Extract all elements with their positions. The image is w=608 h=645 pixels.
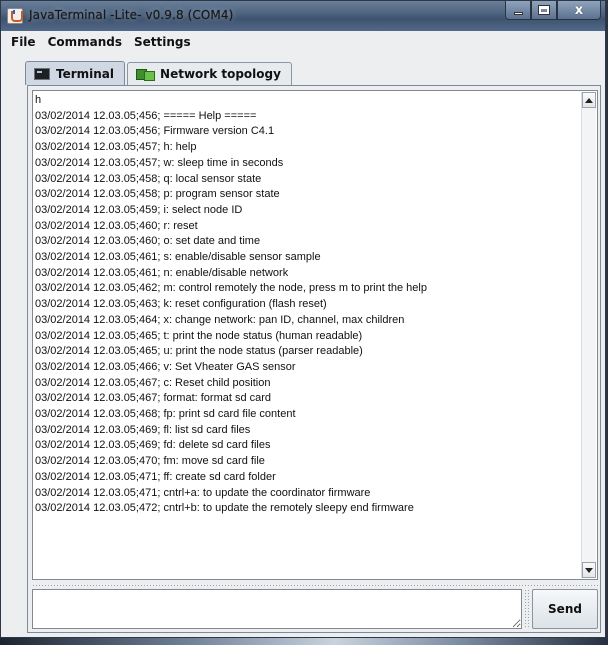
terminal-line: 03/02/2014 12.03.05;461; n: enable/disab… [35,266,289,279]
app-window: JavaTerminal -Lite- v0.9.8 (COM4) x File… [0,0,606,638]
java-app-icon [7,8,23,24]
terminal-line: 03/02/2014 12.03.05;460; r: reset [35,219,198,232]
terminal-line: 03/02/2014 12.03.05;472; cntrl+b: to upd… [35,502,414,515]
terminal-line: 03/02/2014 12.03.05;457; h: help [35,141,197,154]
terminal-line: 03/02/2014 12.03.05;456; ===== Help ====… [35,109,257,122]
command-input-row: Send [32,589,598,629]
terminal-output-text: h 03/02/2014 12.03.05;456; ===== Help ===… [35,93,580,577]
menu-commands[interactable]: Commands [42,35,128,49]
terminal-line: 03/02/2014 12.03.05;470; fm: move sd car… [35,455,265,468]
terminal-line: 03/02/2014 12.03.05;467; c: Reset child … [35,376,271,389]
terminal-line: 03/02/2014 12.03.05;467; format: format … [35,392,272,405]
terminal-line: 03/02/2014 12.03.05;458; p: program sens… [35,188,280,201]
menu-bar: File Commands Settings [1,31,605,53]
terminal-line: 03/02/2014 12.03.05;471; cntrl+a: to upd… [35,486,371,499]
terminal-line: 03/02/2014 12.03.05;457; w: sleep time i… [35,156,284,169]
tab-terminal-label: Terminal [56,66,115,81]
terminal-line: 03/02/2014 12.03.05;462; m: control remo… [35,282,427,295]
maximize-button[interactable] [531,1,557,20]
tab-strip: Terminal Network topology [25,61,294,85]
terminal-icon [34,67,50,80]
arrow-down-icon [585,567,593,573]
terminal-line: 03/02/2014 12.03.05;469; fd: delete sd c… [35,439,271,452]
terminal-line: 03/02/2014 12.03.05;461; s: enable/disab… [35,251,321,264]
terminal-line: 03/02/2014 12.03.05;465; u: print the no… [35,345,363,358]
arrow-up-icon [585,97,593,103]
minimize-icon [513,11,523,15]
split-pane-divider[interactable] [32,584,598,588]
input-split-divider[interactable] [524,589,530,629]
close-button[interactable]: x [557,1,601,20]
title-bar[interactable]: JavaTerminal -Lite- v0.9.8 (COM4) x [1,1,605,31]
vertical-scrollbar[interactable] [581,92,596,578]
terminal-line: 03/02/2014 12.03.05;456; Firmware versio… [35,125,275,138]
network-icon [136,68,156,81]
desktop-background [0,637,608,645]
terminal-line: 03/02/2014 12.03.05;464; x: change netwo… [35,313,405,326]
terminal-line: 03/02/2014 12.03.05;460; o: set date and… [35,235,261,248]
window-title: JavaTerminal -Lite- v0.9.8 (COM4) [29,8,234,22]
terminal-line: 03/02/2014 12.03.05;468; fp: print sd ca… [35,408,296,421]
terminal-line: 03/02/2014 12.03.05;469; fl: list sd car… [35,423,251,436]
tab-network-topology[interactable]: Network topology [127,62,292,85]
terminal-line: 03/02/2014 12.03.05;471; ff: create sd c… [35,470,276,483]
terminal-line: 03/02/2014 12.03.05;466; v: Set Vheater … [35,360,296,373]
send-button[interactable]: Send [532,589,598,629]
terminal-line: 03/02/2014 12.03.05;463; k: reset config… [35,298,327,311]
scroll-down-button[interactable] [582,562,596,578]
tab-terminal[interactable]: Terminal [25,61,126,85]
terminal-line: 03/02/2014 12.03.05;458; q: local sensor… [35,172,262,185]
terminal-line: 03/02/2014 12.03.05;465; t: print the no… [35,329,363,342]
maximize-icon [538,5,550,15]
terminal-line: h [35,94,42,106]
terminal-output[interactable]: h 03/02/2014 12.03.05;456; ===== Help ===… [32,90,598,580]
tab-network-topology-label: Network topology [160,67,281,81]
minimize-button[interactable] [505,1,531,20]
command-input[interactable] [32,589,522,629]
scroll-up-button[interactable] [582,92,596,108]
window-controls: x [505,1,601,21]
menu-file[interactable]: File [5,35,42,49]
close-icon: x [574,2,584,18]
terminal-panel: h 03/02/2014 12.03.05;456; ===== Help ===… [27,85,601,633]
menu-settings[interactable]: Settings [128,35,197,49]
terminal-line: 03/02/2014 12.03.05;459; i: select node … [35,203,243,216]
